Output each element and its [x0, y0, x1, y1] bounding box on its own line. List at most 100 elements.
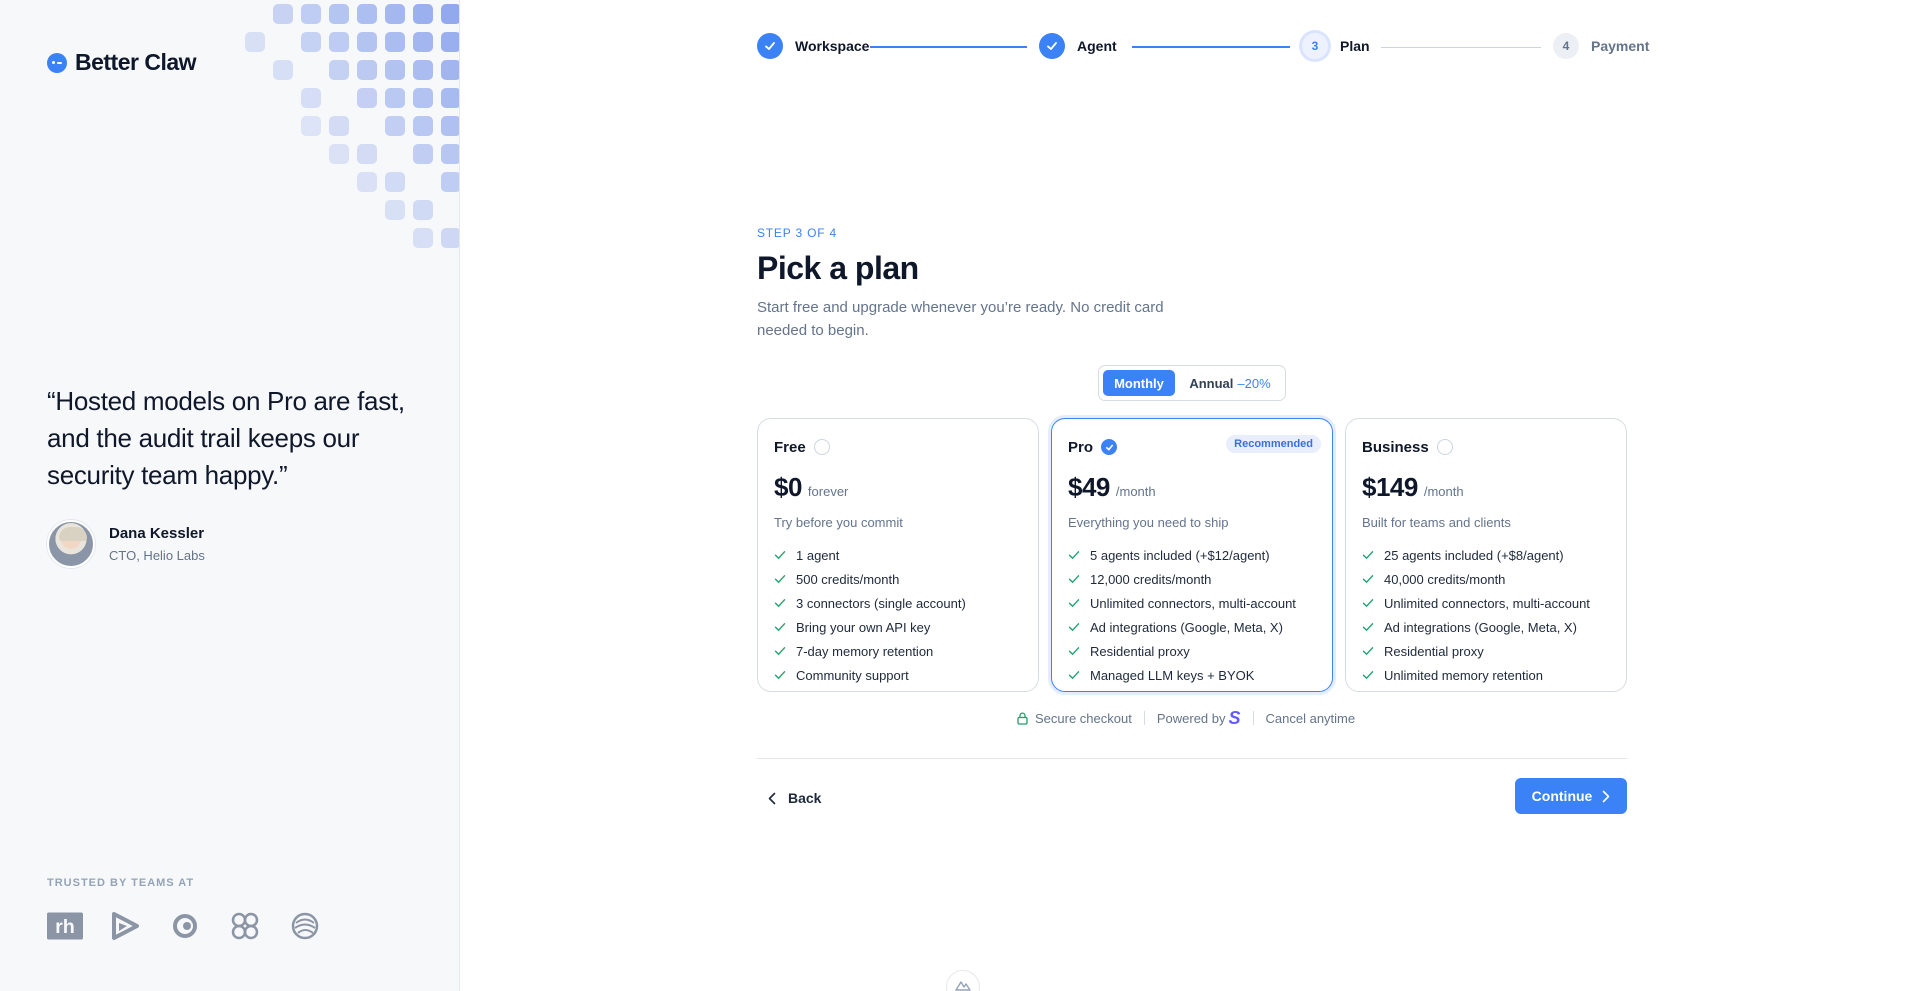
plan-period: forever: [807, 484, 849, 499]
plan-card-business[interactable]: Business $149 /month Built for teams and…: [1345, 418, 1627, 692]
plan-radio[interactable]: [1436, 439, 1453, 455]
feature-text: Residential proxy: [1090, 643, 1190, 659]
step-payment[interactable]: 4 Payment: [1553, 33, 1649, 59]
step-kicker: STEP 3 OF 4: [757, 226, 837, 240]
annual-label: Annual: [1189, 375, 1234, 391]
decorative-dot: [385, 200, 405, 220]
decorative-dot: [273, 4, 293, 24]
ring-logo-icon: [167, 908, 203, 944]
check-icon: [1068, 623, 1080, 631]
decorative-dot: [385, 88, 405, 108]
check-icon: [774, 623, 786, 631]
plan-period: /month: [1115, 484, 1156, 499]
plan-card-free[interactable]: Free $0 forever Try before you commit 1 …: [757, 418, 1039, 692]
plan-feature: 25 agents included (+$8/agent): [1362, 543, 1610, 567]
feature-text: Ad integrations (Google, Meta, X): [1090, 619, 1283, 635]
knot-logo-icon: [227, 908, 263, 944]
plan-radio[interactable]: [813, 439, 830, 455]
decorative-dot: [245, 32, 265, 52]
decorative-dot: [329, 116, 349, 136]
decorative-dot: [301, 32, 321, 52]
monthly-option[interactable]: Monthly: [1103, 370, 1175, 396]
feature-text: Managed LLM keys + BYOK: [1090, 667, 1255, 683]
plan-options: Free $0 forever Try before you commit 1 …: [757, 418, 1627, 692]
plan-feature: 40,000 credits/month: [1362, 567, 1610, 591]
feature-list: 1 agent 500 credits/month 3 connectors (si…: [774, 543, 1022, 687]
feature-text: Residential proxy: [1384, 643, 1484, 659]
plan-feature: Community support: [774, 663, 1022, 687]
plan-feature: Bring your own API key: [774, 615, 1022, 639]
plan-feature: Unlimited memory retention: [1362, 663, 1610, 687]
plan-feature: 12,000 credits/month: [1068, 567, 1316, 591]
decorative-dot: [413, 228, 433, 248]
feature-text: 500 credits/month: [796, 571, 900, 587]
step-label: Agent: [1077, 38, 1117, 54]
feature-text: Bring your own API key: [796, 619, 931, 635]
avatar: [47, 520, 95, 568]
plan-name: Free: [774, 438, 806, 456]
decorative-dot: [441, 4, 459, 24]
author-name: Dana Kessler: [109, 525, 205, 542]
decorative-dot: [441, 116, 459, 136]
step-plan[interactable]: 3 Plan: [1302, 33, 1370, 59]
continue-button[interactable]: Continue: [1515, 778, 1627, 814]
plan-description: Try before you commit: [774, 515, 903, 530]
step-label: Payment: [1591, 38, 1650, 54]
decorative-dot: [413, 144, 433, 164]
check-icon: [1362, 623, 1374, 631]
plan-feature: 3 connectors (single account): [774, 591, 1022, 615]
decorative-dot: [357, 88, 377, 108]
feature-list: 5 agents included (+$12/agent) 12,000 cre…: [1068, 543, 1316, 687]
plan-radio[interactable]: [1101, 439, 1118, 455]
annual-option[interactable]: Annual –20%: [1179, 370, 1281, 396]
plan-period: /month: [1423, 484, 1464, 499]
feature-text: 7-day memory retention: [796, 643, 934, 659]
plan-description: Everything you need to ship: [1068, 515, 1229, 530]
plan-feature: Ad integrations (Google, Meta, X): [1362, 615, 1610, 639]
check-icon: [1105, 444, 1113, 450]
decorative-dot: [357, 32, 377, 52]
brand[interactable]: Better Claw: [47, 49, 197, 76]
plan-name: Pro: [1068, 438, 1094, 456]
play-logo-icon: [107, 908, 143, 944]
plan-card-pro[interactable]: Pro Recommended $49 /month Everything yo…: [1051, 418, 1333, 692]
stripe-logo-icon: S: [1228, 707, 1241, 728]
plan-feature: Unlimited connectors, multi-account: [1068, 591, 1316, 615]
author-role: CTO, Helio Labs: [109, 548, 205, 563]
decorative-dot: [329, 60, 349, 80]
plan-feature: Ad integrations (Google, Meta, X): [1068, 615, 1316, 639]
decorative-dot: [329, 4, 349, 24]
check-icon: [1068, 575, 1080, 583]
plan-feature: 7-day memory retention: [774, 639, 1022, 663]
decorative-dot: [441, 88, 459, 108]
annual-discount: –20%: [1237, 375, 1271, 391]
decorative-dot: [329, 32, 349, 52]
feature-text: Unlimited connectors, multi-account: [1090, 595, 1296, 611]
actions-divider: [757, 758, 1627, 759]
feature-text: 25 agents included (+$8/agent): [1384, 547, 1564, 563]
separator: [1143, 711, 1145, 725]
check-icon: [774, 575, 786, 583]
step-workspace[interactable]: Workspace: [757, 33, 869, 59]
testimonial-panel: Better Claw “Hosted models on Pro are fa…: [0, 0, 460, 991]
decorative-dot: [329, 144, 349, 164]
check-icon: [1068, 551, 1080, 559]
plan-price: $49: [1068, 472, 1110, 502]
step-label: Workspace: [795, 38, 870, 54]
step-connector: [1381, 47, 1541, 48]
plan-feature: Unlimited connectors, multi-account: [1362, 591, 1610, 615]
decorative-dot: [357, 172, 377, 192]
check-icon: [774, 671, 786, 679]
decorative-dot: [441, 228, 459, 248]
testimonial-author: Dana Kessler CTO, Helio Labs: [47, 520, 205, 568]
check-icon: [774, 599, 786, 607]
plan-feature: 1 agent: [774, 543, 1022, 567]
check-icon: [1362, 599, 1374, 607]
check-icon: [1362, 671, 1374, 679]
decorative-dot: [413, 4, 433, 24]
back-button[interactable]: Back: [768, 786, 821, 810]
devtools-toggle[interactable]: [946, 970, 980, 991]
decorative-dot: [441, 172, 459, 192]
plan-feature: Residential proxy: [1362, 639, 1610, 663]
step-agent[interactable]: Agent: [1039, 33, 1117, 59]
